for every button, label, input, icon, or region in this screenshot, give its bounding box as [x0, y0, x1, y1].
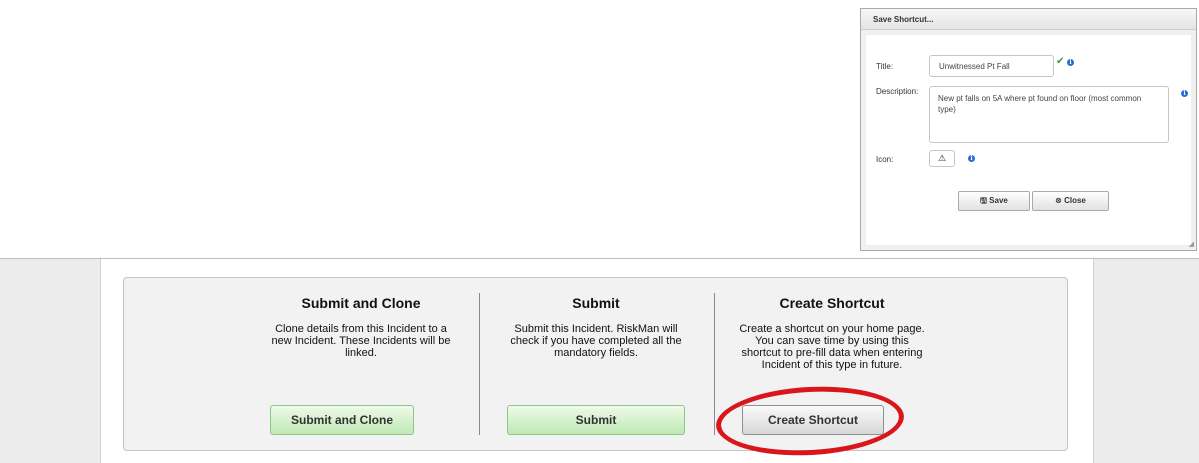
dialog-title: Save Shortcut... [861, 9, 1196, 30]
close-circle-icon: ⊗ [1055, 196, 1065, 205]
create-shortcut-description: Create a shortcut on your home page. You… [739, 323, 925, 371]
column-divider [479, 293, 480, 435]
save-shortcut-dialog: Save Shortcut... Title: Unwitnessed Pt F… [860, 8, 1197, 251]
icon-picker[interactable]: ⚠ [929, 150, 955, 167]
submit-title: Submit [572, 295, 620, 311]
floppy-disk-icon: 🖫 [980, 196, 990, 205]
description-info-icon[interactable]: i [1181, 90, 1188, 97]
title-label: Title: [876, 62, 894, 71]
submit-and-clone-description: Clone details from this Incident to a ne… [271, 323, 451, 359]
create-shortcut-title: Create Shortcut [779, 295, 885, 311]
description-textarea[interactable]: New pt falls on 5A where pt found on flo… [929, 86, 1169, 143]
close-button[interactable]: ⊗ Close [1032, 191, 1109, 211]
content-area: Submit and Clone Clone details from this… [100, 259, 1094, 463]
dialog-body: Title: Unwitnessed Pt Fall ✔ i Descripti… [866, 35, 1191, 245]
description-label: Description: [876, 87, 919, 96]
icon-info-icon[interactable]: i [968, 155, 975, 162]
resize-grip-icon[interactable]: ◢ [1189, 240, 1194, 248]
save-button-label: Save [989, 196, 1008, 205]
submit-description: Submit this Incident. RiskMan will check… [510, 323, 682, 359]
page-frame: Submit and Clone Clone details from this… [0, 258, 1199, 463]
title-input[interactable]: Unwitnessed Pt Fall [929, 55, 1054, 77]
submit-and-clone-button[interactable]: Submit and Clone [270, 405, 414, 435]
icon-label: Icon: [876, 155, 894, 164]
actions-panel: Submit and Clone Clone details from this… [123, 277, 1068, 451]
close-button-label: Close [1064, 196, 1086, 205]
save-button[interactable]: 🖫 Save [958, 191, 1030, 211]
check-icon: ✔ [1056, 56, 1065, 67]
submit-button[interactable]: Submit [507, 405, 685, 435]
warning-icon: ⚠ [937, 153, 947, 163]
title-info-icon[interactable]: i [1067, 59, 1074, 66]
column-divider [714, 293, 715, 435]
submit-and-clone-title: Submit and Clone [301, 295, 421, 311]
